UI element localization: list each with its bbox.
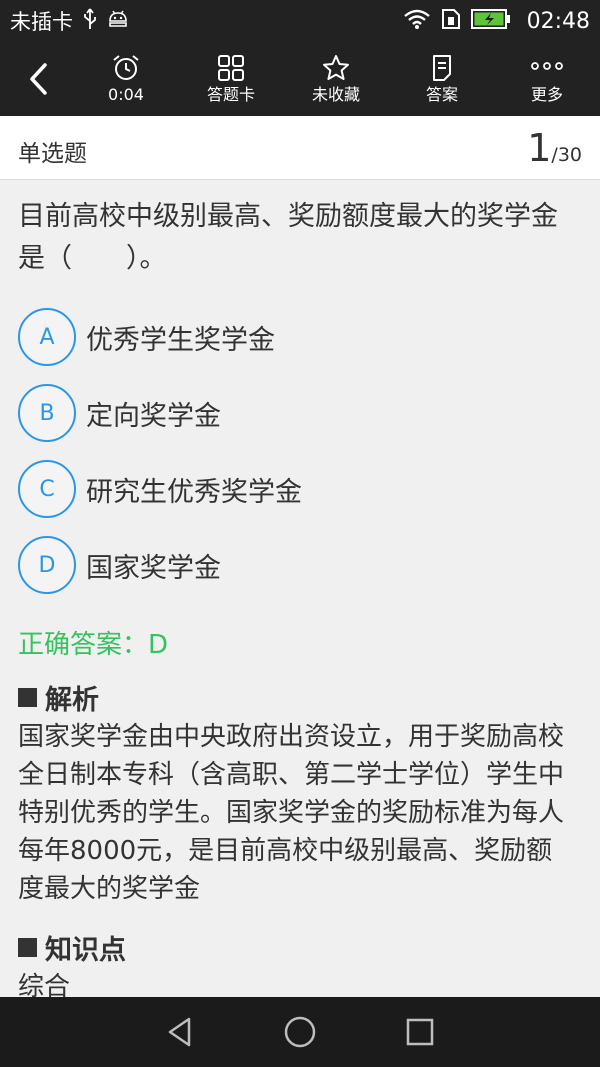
option-a[interactable]: A 优秀学生奖学金 (18, 308, 578, 366)
navigation-bar (0, 997, 600, 1067)
total-questions: /30 (551, 144, 582, 166)
clock-time: 02:48 (526, 8, 590, 34)
more-label: 更多 (530, 85, 563, 104)
status-left: 未插卡 (10, 6, 129, 36)
option-c[interactable]: C 研究生优秀奖学金 (18, 460, 578, 518)
usb-icon (83, 8, 97, 34)
correct-answer: 正确答案：D (18, 630, 169, 660)
carrier-text: 未插卡 (10, 10, 73, 34)
more-button[interactable]: 更多 (497, 42, 597, 116)
option-b[interactable]: B 定向奖学金 (18, 384, 578, 442)
question-content[interactable]: 目前高校中级别最高、奖励额度最大的奖学金是（ ）。 A 优秀学生奖学金 B 定向… (0, 180, 600, 997)
document-icon (433, 55, 451, 81)
grid-icon (218, 55, 244, 81)
analysis-text: 国家奖学金由中央政府出资设立，用于奖励高校全日制本专科（含高职、第二学士学位）学… (18, 722, 565, 904)
nav-back-button[interactable] (150, 1002, 210, 1062)
square-recents-icon (406, 1018, 434, 1046)
option-letter: C (18, 460, 76, 518)
alarm-clock-icon (113, 55, 139, 80)
square-bullet-icon (18, 938, 37, 957)
favorite-button[interactable]: 未收藏 (286, 42, 386, 116)
status-right: 02:48 (403, 8, 590, 34)
square-bullet-icon (18, 688, 37, 707)
more-dots-icon (531, 62, 563, 70)
back-button[interactable] (14, 42, 62, 116)
nav-recents-button[interactable] (390, 1002, 450, 1062)
favorite-label: 未收藏 (311, 85, 360, 104)
knowledge-text: 综合 (18, 972, 71, 997)
toolbar: 0:04 答题卡 未收藏 答案 更多 (0, 42, 600, 116)
question-text: 目前高校中级别最高、奖励额度最大的奖学金是（ ）。 (18, 201, 558, 274)
option-letter: A (18, 308, 76, 366)
android-debug-icon (107, 9, 129, 33)
answer-card-label: 答题卡 (206, 85, 255, 104)
sim-icon (441, 8, 461, 34)
triangle-back-icon (168, 1017, 191, 1047)
option-letter: B (18, 384, 76, 442)
knowledge-heading: 知识点 (18, 928, 126, 967)
answer-card-button[interactable]: 答题卡 (181, 42, 281, 116)
nav-home-button[interactable] (270, 1002, 330, 1062)
option-d[interactable]: D 国家奖学金 (18, 536, 578, 594)
option-text: 定向奖学金 (86, 400, 221, 432)
question-type: 单选题 (18, 141, 87, 167)
knowledge-title: 知识点 (45, 935, 126, 966)
status-bar: 未插卡 02:48 (0, 0, 600, 42)
question-header: 单选题 1 /30 (0, 116, 600, 180)
timer-button[interactable]: 0:04 (76, 42, 176, 116)
analysis-heading: 解析 (18, 678, 99, 717)
wifi-icon (403, 8, 431, 34)
option-text: 国家奖学金 (86, 552, 221, 584)
star-icon (323, 55, 349, 80)
option-letter: D (18, 536, 76, 594)
current-question-number: 1 (527, 126, 552, 170)
option-text: 优秀学生奖学金 (86, 324, 275, 356)
chevron-left-icon (30, 63, 47, 95)
question-pager: 1 /30 (527, 126, 582, 170)
circle-home-icon (284, 1016, 316, 1048)
timer-label: 0:04 (108, 85, 144, 104)
analysis-title: 解析 (45, 685, 99, 716)
option-text: 研究生优秀奖学金 (86, 476, 302, 508)
battery-charging-icon (470, 8, 511, 34)
answer-button[interactable]: 答案 (392, 42, 492, 116)
answer-label: 答案 (425, 85, 458, 104)
